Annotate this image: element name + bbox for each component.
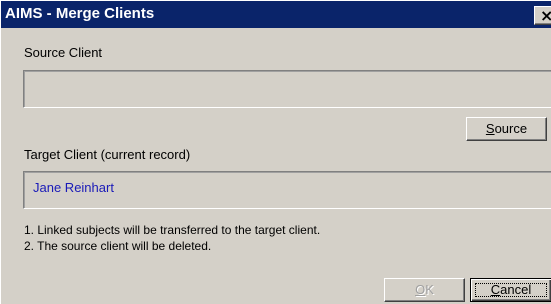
source-client-label: Source Client <box>24 45 103 60</box>
title-bar[interactable]: AIMS - Merge Clients × <box>1 1 551 28</box>
merge-note-1: 1. Linked subjects will be transferred t… <box>24 223 321 237</box>
cancel-button[interactable]: Cancel <box>470 278 551 302</box>
target-client-value: Jane Reinhart <box>33 180 114 195</box>
ok-button[interactable]: OK <box>384 278 465 302</box>
target-client-label: Target Client (current record) <box>24 147 191 162</box>
ok-button-label: OK <box>415 282 434 297</box>
focus-ring <box>475 283 547 297</box>
close-button[interactable]: × <box>534 6 551 25</box>
merge-note-2: 2. The source client will be deleted. <box>24 239 212 253</box>
source-client-field <box>23 70 551 108</box>
merge-clients-dialog: AIMS - Merge Clients × Source Client Sou… <box>0 0 551 304</box>
close-icon: × <box>540 6 551 25</box>
source-button[interactable]: Source <box>466 117 547 141</box>
window-title: AIMS - Merge Clients <box>5 5 155 22</box>
source-button-label: Source <box>485 121 528 136</box>
target-client-field: Jane Reinhart <box>23 171 551 209</box>
